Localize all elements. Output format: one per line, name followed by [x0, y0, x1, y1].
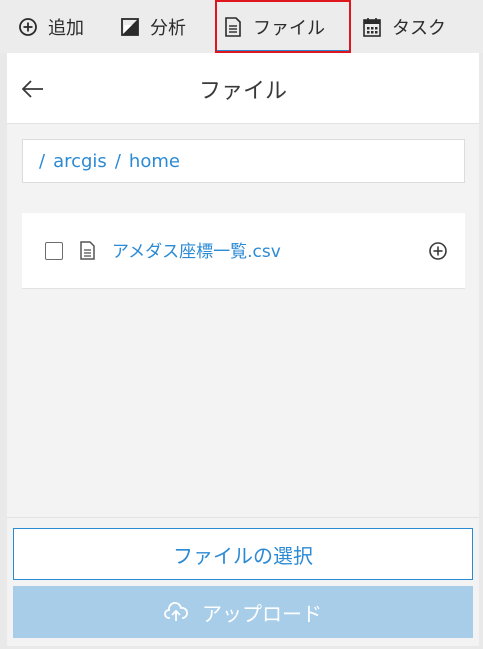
cloud-upload-icon — [164, 602, 188, 621]
tab-file-label: ファイル — [253, 17, 325, 39]
file-panel: ファイル / arcgis / home アメダス座標一覧.csv ファイルの選… — [7, 53, 479, 646]
breadcrumb-item-arcgis[interactable]: arcgis — [53, 151, 107, 172]
analysis-icon — [120, 17, 140, 37]
select-file-button[interactable]: ファイルの選択 — [13, 528, 473, 580]
tab-add[interactable]: 追加 — [18, 0, 84, 53]
tab-task-label: タスク — [392, 17, 446, 39]
file-checkbox[interactable] — [45, 242, 63, 260]
top-tab-bar: 追加 分析 ファイル タスク — [0, 0, 483, 53]
file-name-link[interactable]: アメダス座標一覧.csv — [112, 237, 281, 262]
tab-add-label: 追加 — [48, 17, 84, 39]
breadcrumb: / arcgis / home — [22, 139, 465, 183]
document-icon — [80, 241, 96, 261]
calendar-icon — [362, 17, 382, 37]
upload-button[interactable]: アップロード — [13, 586, 473, 638]
arrow-left-icon — [21, 80, 43, 98]
panel-title: ファイル — [198, 78, 287, 104]
list-item: アメダス座標一覧.csv — [22, 231, 465, 271]
breadcrumb-separator: / — [114, 150, 121, 172]
document-icon — [223, 16, 243, 37]
tab-analysis[interactable]: 分析 — [120, 0, 186, 53]
plus-circle-icon — [429, 242, 447, 260]
tab-analysis-label: 分析 — [150, 17, 186, 39]
tab-file[interactable]: ファイル — [215, 0, 350, 53]
back-button[interactable] — [19, 75, 47, 103]
file-list: アメダス座標一覧.csv — [22, 213, 465, 289]
tab-task[interactable]: タスク — [362, 0, 446, 53]
panel-header: ファイル — [7, 53, 479, 124]
upload-button-label: アップロード — [202, 601, 322, 626]
plus-circle-icon — [18, 17, 38, 37]
panel-footer: ファイルの選択 アップロード — [7, 517, 479, 646]
add-file-button[interactable] — [428, 241, 448, 261]
breadcrumb-item-home[interactable]: home — [129, 151, 180, 172]
breadcrumb-separator: / — [39, 150, 46, 172]
